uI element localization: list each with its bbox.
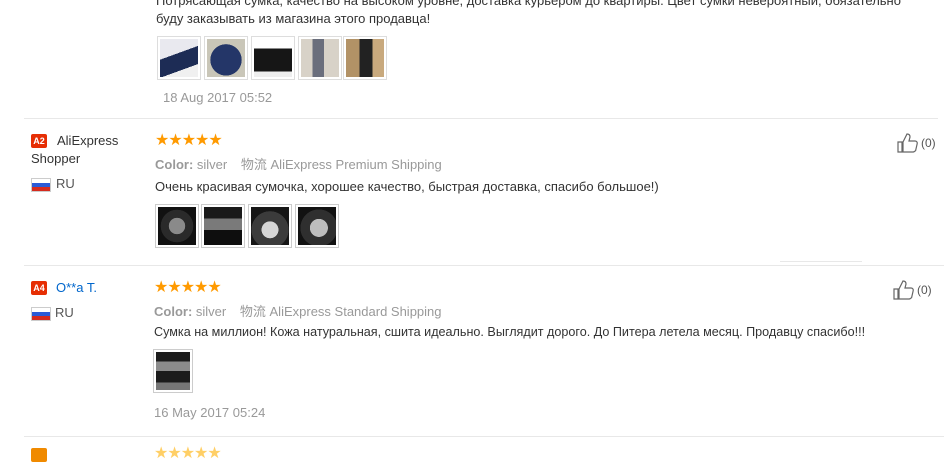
rating-stars: ★★★★★: [155, 132, 223, 149]
buyer-name-line-2[interactable]: Shopper: [31, 150, 80, 168]
order-info: Color: silver 物流 AliExpress Premium Ship…: [155, 154, 442, 173]
like-button[interactable]: (0): [893, 280, 932, 300]
thumbs-up-icon: [897, 133, 918, 153]
buyer-level-badge: A4: [31, 281, 47, 295]
buyer-name[interactable]: O**a T.: [56, 279, 97, 297]
order-info: Color: silver 物流 AliExpress Standard Shi…: [154, 301, 442, 320]
color-label: Color:: [154, 304, 193, 319]
review-photo-thumb[interactable]: [251, 36, 295, 80]
review-photo-thumb[interactable]: [295, 204, 339, 248]
review-photo-thumb[interactable]: [298, 36, 342, 80]
buyer-name[interactable]: AliExpress: [57, 132, 118, 150]
color-value: silver: [195, 304, 227, 319]
russia-flag-icon: [31, 307, 51, 321]
buyer-country: RU: [56, 176, 75, 191]
shipping-value: AliExpress Standard Shipping: [269, 304, 442, 319]
shipping-label: 物流: [240, 157, 267, 172]
rating-stars-partial: ★★★★★: [154, 445, 222, 462]
review-photo-thumb[interactable]: [155, 204, 199, 248]
review-date: 18 Aug 2017 05:52: [163, 90, 273, 105]
thumbs-up-icon: [893, 280, 914, 300]
like-count: (0): [921, 136, 936, 150]
review-text: Очень красивая сумочка, хорошее качество…: [155, 179, 659, 194]
review-photo-thumb[interactable]: [201, 204, 245, 248]
review-divider: [24, 436, 944, 437]
color-value: silver: [196, 157, 228, 172]
review-photo-thumb[interactable]: [343, 36, 387, 80]
review-photo-thumb[interactable]: [157, 36, 201, 80]
like-count: (0): [917, 283, 932, 297]
buyer-country: RU: [55, 305, 74, 320]
shipping-label: 物流: [239, 304, 266, 319]
rating-stars: ★★★★★: [154, 279, 222, 296]
buyer-level-badge: A2: [31, 134, 47, 148]
review-divider: [24, 118, 938, 119]
short-divider: [780, 261, 862, 262]
buyer-level-badge: [31, 448, 47, 462]
review-photo-thumb[interactable]: [153, 349, 193, 393]
like-button[interactable]: (0): [897, 133, 936, 153]
review-text: Сумка на миллион! Кожа натуральная, сшит…: [154, 325, 866, 339]
review-text-line-2: буду заказывать из магазина этого продав…: [156, 11, 431, 26]
review-photo-thumb[interactable]: [204, 36, 248, 80]
color-label: Color:: [155, 157, 194, 172]
review-date: 16 May 2017 05:24: [154, 405, 266, 420]
review-divider: [24, 265, 944, 266]
russia-flag-icon: [31, 178, 51, 192]
review-photo-thumb[interactable]: [248, 204, 292, 248]
shipping-value: AliExpress Premium Shipping: [270, 157, 442, 172]
